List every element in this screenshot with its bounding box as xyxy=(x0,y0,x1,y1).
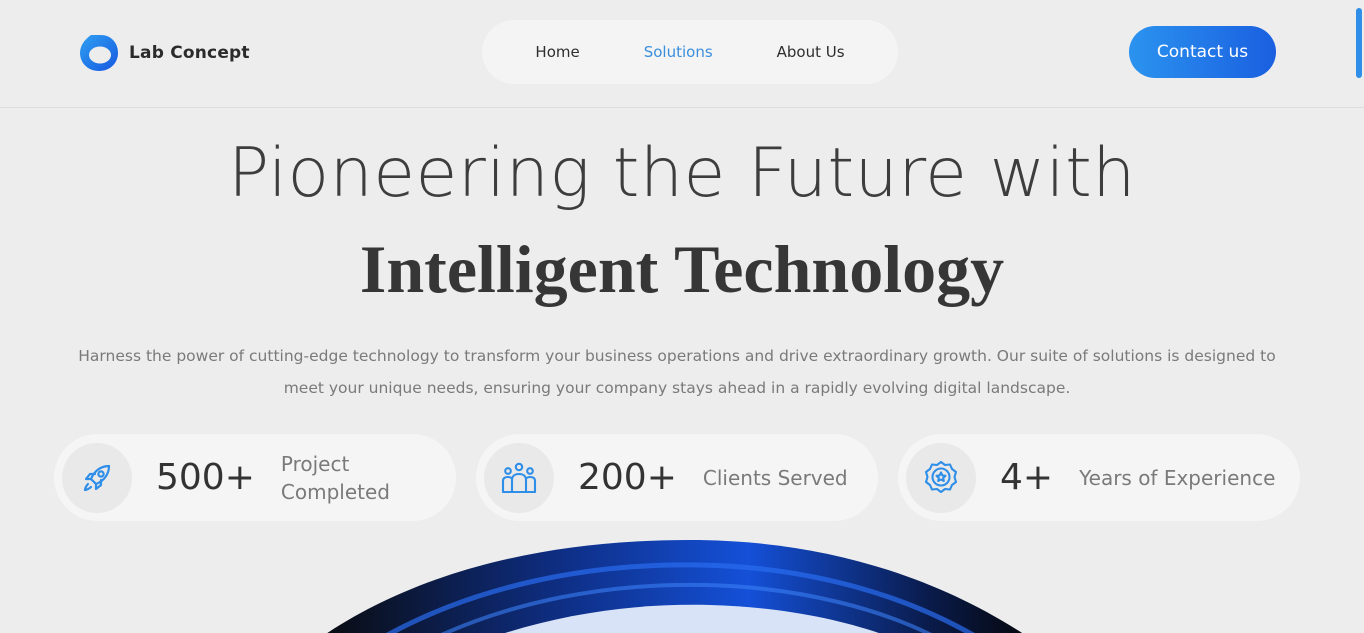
site-header: Lab Concept Home Solutions About Us Cont… xyxy=(0,0,1364,108)
stat-experience: 4+ Years of Experience xyxy=(898,434,1300,521)
stat-value: 4+ xyxy=(1000,457,1054,498)
page: Lab Concept Home Solutions About Us Cont… xyxy=(0,0,1364,633)
stat-value: 500+ xyxy=(156,457,255,498)
hero-orb-image xyxy=(327,540,1023,633)
stat-label: Years of Experience xyxy=(1079,465,1276,490)
stat-projects: 500+ Project Completed xyxy=(54,434,456,521)
nav-about-us[interactable]: About Us xyxy=(777,43,845,61)
stat-icon-wrap xyxy=(484,442,554,513)
rocket-icon xyxy=(83,464,111,491)
contact-us-button[interactable]: Contact us xyxy=(1129,26,1276,78)
badge-icon xyxy=(924,460,958,493)
stat-label: Project Completed xyxy=(280,451,390,504)
logo-text: Lab Concept xyxy=(129,43,250,63)
stat-icon-wrap xyxy=(906,442,976,513)
hero-description: Harness the power of cutting-edge techno… xyxy=(78,347,1276,397)
hero-title-line1: Pioneering the Future with xyxy=(228,134,1136,213)
stat-icon-wrap xyxy=(62,442,132,513)
stat-clients: 200+ Clients Served xyxy=(476,434,878,521)
lab-concept-logo-icon xyxy=(80,35,118,71)
clients-icon xyxy=(501,462,537,493)
nav-home[interactable]: Home xyxy=(535,43,579,61)
main-nav: Home Solutions About Us xyxy=(482,20,898,84)
scrollbar-thumb[interactable] xyxy=(1356,8,1362,78)
logo[interactable]: Lab Concept xyxy=(77,31,250,75)
stat-value: 200+ xyxy=(578,457,677,498)
stat-label: Clients Served xyxy=(702,465,848,490)
nav-solutions[interactable]: Solutions xyxy=(644,43,713,61)
hero-title-line2: Intelligent Technology xyxy=(359,231,1005,307)
